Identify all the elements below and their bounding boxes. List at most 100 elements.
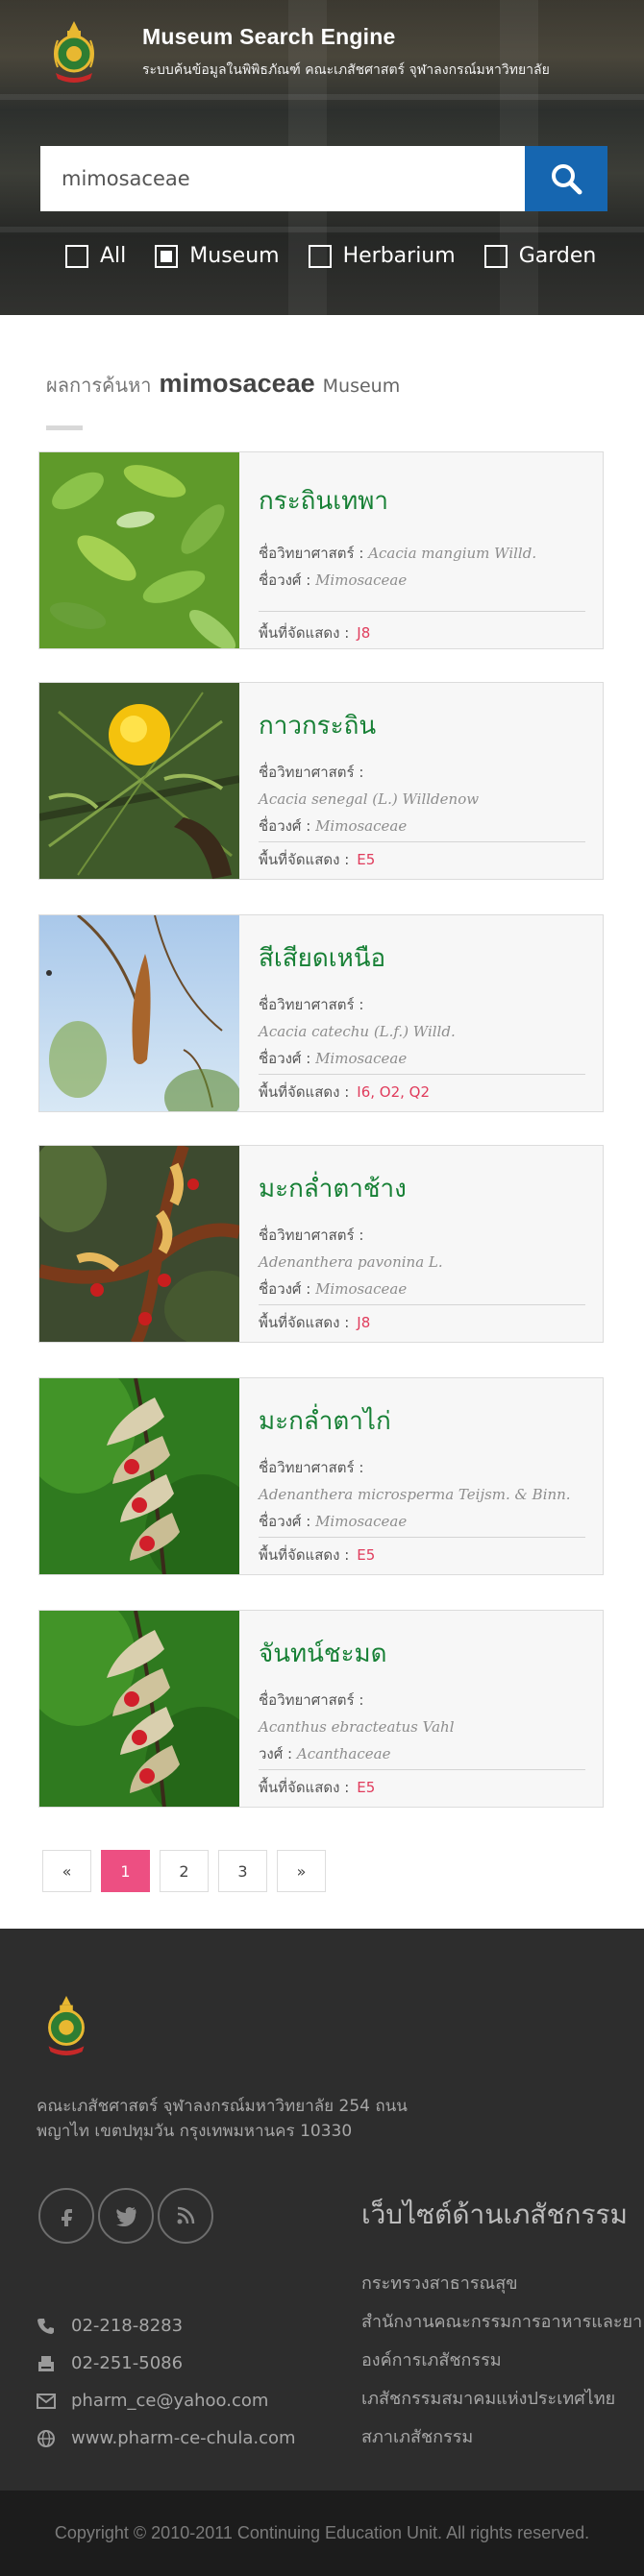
result-card[interactable]: กาวกระถิน ชื่อวิทยาศาสตร์ : Acacia seneg…	[38, 682, 604, 880]
fax-number: 02-251-5086	[71, 2353, 184, 2373]
family-row: ชื่อวงศ์ : Mimosaceae	[259, 1280, 408, 1298]
rss-button[interactable]	[158, 2188, 213, 2244]
footer: คณะเภสัชศาสตร์ จุฬาลงกรณ์มหาวิทยาลัย 254…	[0, 1929, 644, 2491]
pagination-prev[interactable]: «	[42, 1850, 91, 1892]
footer-link[interactable]: องค์การเภสัชกรรม	[361, 2345, 642, 2384]
location-code: I6, O2, Q2	[357, 1083, 431, 1101]
email-address: pharm_ce@yahoo.com	[71, 2391, 269, 2411]
search-input[interactable]	[40, 146, 525, 211]
plant-name[interactable]: มะกล่ำตาไก่	[259, 1401, 585, 1441]
filter-herbarium[interactable]: Herbarium	[308, 244, 456, 268]
footer-link[interactable]: สำนักงานคณะกรรมการอาหารและยา	[361, 2307, 642, 2345]
result-card[interactable]: กระถินเทพา ชื่อวิทยาศาสตร์ : Acacia mang…	[38, 451, 604, 649]
family-row: ชื่อวงศ์ : Mimosaceae	[259, 1050, 408, 1067]
footer-link[interactable]: กระทรวงสาธารณสุข	[361, 2269, 642, 2307]
scientific-name-row: Acacia catechu (L.f.) Willd.	[259, 1018, 585, 1045]
divider	[259, 611, 585, 612]
contact-website[interactable]: www.pharm-ce-chula.com	[37, 2419, 296, 2457]
plant-name[interactable]: สีเสียดเหนือ	[259, 938, 585, 978]
location-code: E5	[357, 1546, 376, 1564]
scientific-name: Acacia mangium Willd.	[368, 545, 537, 562]
plant-image[interactable]	[39, 683, 239, 879]
scientific-name: Acanthus ebracteatus Vahl	[259, 1718, 455, 1736]
scientific-name: Acacia senegal (L.) Willdenow	[259, 790, 480, 808]
facebook-button[interactable]	[38, 2188, 94, 2244]
twitter-button[interactable]	[98, 2188, 154, 2244]
scientific-name: Adenanthera pavonina L.	[259, 1253, 443, 1271]
pagination-next[interactable]: »	[277, 1850, 326, 1892]
links-title: เว็บไซต์ด้านเภสัชกรรม	[361, 2199, 628, 2230]
family-name: Acanthaceae	[296, 1745, 391, 1762]
plant-name[interactable]: กระถินเทพา	[259, 481, 585, 521]
filter-garden-checkbox[interactable]	[483, 244, 508, 268]
plant-name[interactable]: กาวกระถิน	[259, 706, 585, 745]
result-card[interactable]: มะกล่ำตาช้าง ชื่อวิทยาศาสตร์ : Adenanthe…	[38, 1145, 604, 1343]
filter-all[interactable]: All	[65, 244, 126, 268]
location-row: พื้นที่จัดแสดง : E5	[259, 1543, 585, 1567]
family-label: ชื่อวงศ์	[259, 1513, 302, 1530]
family-name: Mimosaceae	[315, 571, 408, 589]
sci-label: ชื่อวิทยาศาสตร์	[259, 1227, 355, 1244]
contact-phone[interactable]: 02-218-8283	[37, 2307, 296, 2345]
plant-name[interactable]: จันทน์ชะมด	[259, 1634, 585, 1673]
contact-fax[interactable]: 02-251-5086	[37, 2345, 296, 2382]
family-row: วงศ์ : Acanthaceae	[259, 1745, 391, 1762]
filter-herbarium-checkbox[interactable]	[308, 244, 332, 268]
location-code: E5	[357, 1779, 376, 1796]
scientific-name: Acacia catechu (L.f.) Willd.	[259, 1023, 456, 1040]
family-label: ชื่อวงศ์	[259, 1280, 302, 1298]
plant-image[interactable]	[39, 915, 239, 1111]
scientific-name-row: ชื่อวิทยาศาสตร์ : Acacia mangium Willd.	[259, 545, 537, 562]
plant-name[interactable]: มะกล่ำตาช้าง	[259, 1169, 585, 1208]
pagination-page-2[interactable]: 2	[160, 1850, 209, 1892]
filter-museum[interactable]: Museum	[155, 244, 280, 268]
plant-image[interactable]	[39, 1378, 239, 1574]
family-label: ชื่อวงศ์	[259, 1050, 302, 1067]
brand[interactable]: Museum Search Engine ระบบค้นข้อมูลในพิพิ…	[44, 19, 550, 85]
filter-label: Museum	[189, 244, 280, 268]
location-row: พื้นที่จัดแสดง : E5	[259, 848, 585, 871]
sci-label: ชื่อวิทยาศาสตร์	[259, 545, 355, 562]
plant-image[interactable]	[39, 452, 239, 648]
filter-all-checkbox[interactable]	[65, 244, 88, 268]
result-card[interactable]: จันทน์ชะมด ชื่อวิทยาศาสตร์ : Acanthus eb…	[38, 1610, 604, 1808]
pagination-page-3[interactable]: 3	[218, 1850, 267, 1892]
faculty-logo[interactable]	[44, 19, 104, 85]
rss-icon	[177, 2206, 195, 2224]
footer-logo	[37, 1994, 96, 2057]
result-card[interactable]: มะกล่ำตาไก่ ชื่อวิทยาศาสตร์ : Adenanther…	[38, 1377, 604, 1575]
sci-label: ชื่อวิทยาศาสตร์	[259, 996, 355, 1013]
scientific-name-row: Acacia senegal (L.) Willdenow	[259, 786, 585, 813]
contact-email[interactable]: pharm_ce@yahoo.com	[37, 2382, 296, 2419]
pharmacy-links: กระทรวงสาธารณสุข สำนักงานคณะกรรมการอาหาร…	[361, 2269, 642, 2461]
divider	[259, 1537, 585, 1538]
filter-museum-checkbox[interactable]	[155, 244, 179, 268]
pagination: « 1 2 3 »	[42, 1850, 326, 1892]
scientific-name-row: ชื่อวิทยาศาสตร์ :	[259, 1691, 364, 1709]
search-bar	[40, 146, 607, 211]
plant-image[interactable]	[39, 1611, 239, 1807]
scientific-name: Adenanthera microsperma Teijsm. & Binn.	[259, 1486, 571, 1503]
family-name: Mimosaceae	[315, 1050, 408, 1067]
footer-link[interactable]: เภสัชกรรมสมาคมแห่งประเทศไทย	[361, 2384, 642, 2422]
plant-image[interactable]	[39, 1146, 239, 1342]
search-icon	[552, 164, 582, 195]
website-url: www.pharm-ce-chula.com	[71, 2428, 296, 2448]
globe-icon	[37, 2429, 56, 2448]
facebook-icon	[62, 2209, 72, 2226]
sci-label: ชื่อวิทยาศาสตร์	[259, 1459, 355, 1476]
scientific-name-row: ชื่อวิทยาศาสตร์ :	[259, 764, 364, 781]
filter-garden[interactable]: Garden	[483, 244, 596, 268]
pagination-page-1[interactable]: 1	[101, 1850, 150, 1892]
footer-address: คณะเภสัชศาสตร์ จุฬาลงกรณ์มหาวิทยาลัย 254…	[37, 2097, 408, 2141]
footer-link[interactable]: สภาเภสัชกรรม	[361, 2422, 642, 2461]
result-card[interactable]: สีเสียดเหนือ ชื่อวิทยาศาสตร์ : Acacia ca…	[38, 914, 604, 1112]
filter-label: Herbarium	[342, 244, 456, 268]
family-row: ชื่อวงศ์ : Mimosaceae	[259, 1513, 408, 1530]
site-subtitle: ระบบค้นข้อมูลในพิพิธภัณฑ์ คณะเภสัชศาสตร์…	[142, 61, 550, 78]
family-row: ชื่อวงศ์ : Mimosaceae	[259, 571, 408, 589]
sci-label: ชื่อวิทยาศาสตร์	[259, 1691, 355, 1709]
filter-label: All	[100, 244, 127, 268]
family-name: Mimosaceae	[315, 1280, 408, 1298]
search-button[interactable]	[525, 146, 607, 211]
